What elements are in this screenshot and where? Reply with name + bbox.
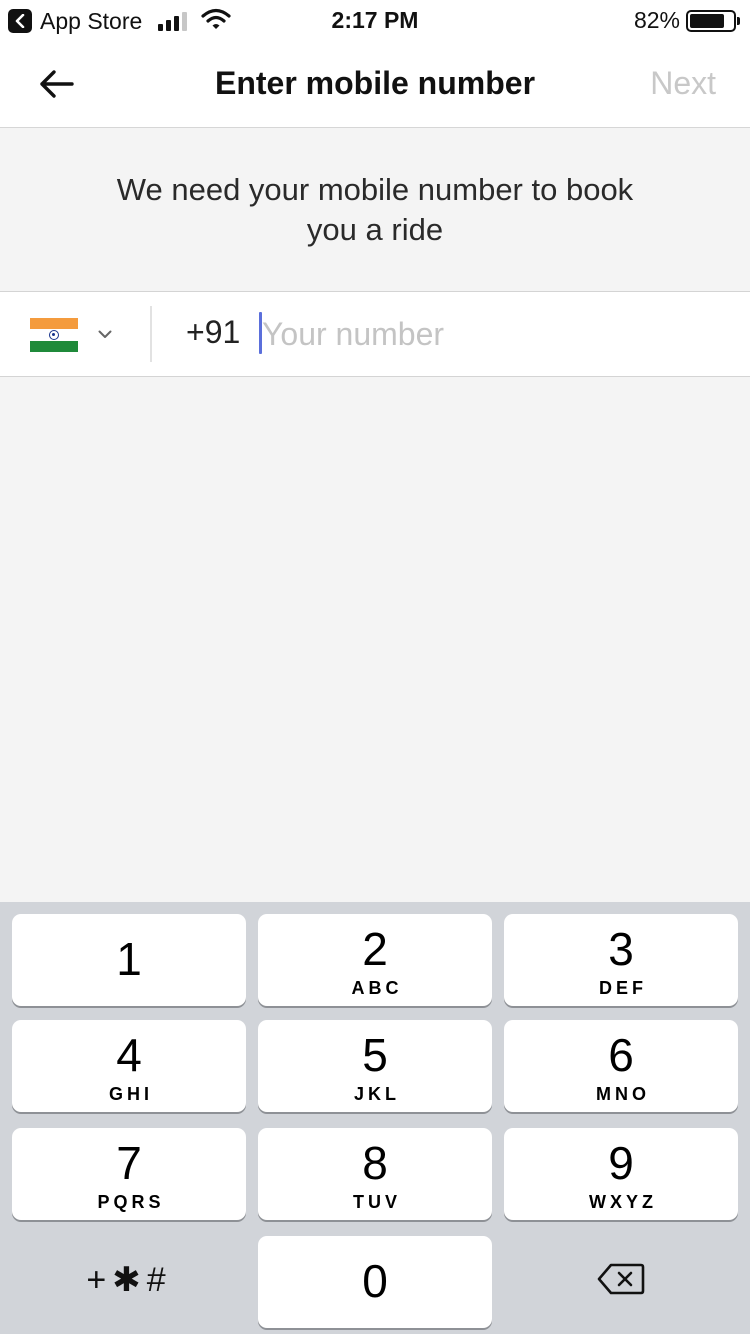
key-5[interactable]: 5 JKL: [258, 1020, 492, 1112]
key-2[interactable]: 2 ABC: [258, 914, 492, 1006]
key-letters: ABC: [351, 978, 403, 998]
key-7[interactable]: 7 PQRS: [12, 1128, 246, 1220]
symbols-label: +✱#: [86, 1261, 172, 1299]
battery-fill: [690, 13, 725, 28]
key-digit: 0: [362, 1255, 388, 1307]
page-title: Enter mobile number: [214, 65, 536, 101]
key-digit: 5: [362, 1029, 388, 1081]
key-digit: 2: [362, 923, 388, 975]
key-digit: 4: [116, 1029, 142, 1081]
next-button[interactable]: Next: [650, 65, 716, 102]
key-3[interactable]: 3 DEF: [504, 914, 738, 1006]
key-letters: TUV: [353, 1192, 401, 1212]
battery-percent: 82%: [633, 7, 680, 33]
numeric-keypad: 1 2 ABC 3 DEF 4 GHI 5 JKL 6 MNO 7 PQRS 8…: [0, 902, 750, 1334]
key-digit: 8: [362, 1137, 388, 1189]
key-letters: JKL: [353, 1084, 400, 1104]
key-letters: DEF: [599, 978, 647, 998]
backspace-icon: [597, 1263, 645, 1295]
delete-key[interactable]: [504, 1236, 738, 1328]
key-letters: MNO: [596, 1084, 650, 1104]
key-6[interactable]: 6 MNO: [504, 1020, 738, 1112]
india-flag-icon: [30, 318, 78, 352]
key-digit: 3: [608, 923, 634, 975]
key-digit: 6: [608, 1029, 634, 1081]
battery-status: 82%: [633, 7, 740, 34]
battery-icon: [686, 9, 740, 32]
symbols-key[interactable]: +✱#: [12, 1236, 246, 1328]
key-0[interactable]: 0: [258, 1236, 492, 1328]
key-1[interactable]: 1: [12, 914, 246, 1006]
key-9[interactable]: 9 WXYZ: [504, 1128, 738, 1220]
key-letters: GHI: [108, 1084, 153, 1104]
country-picker[interactable]: [30, 316, 112, 354]
key-4[interactable]: 4 GHI: [12, 1020, 246, 1112]
status-bar: App Store 2:17 PM 82%: [0, 0, 750, 40]
key-digit: 7: [116, 1137, 142, 1189]
key-8[interactable]: 8 TUV: [258, 1128, 492, 1220]
instructions-text: We need your mobile number to book you a…: [116, 171, 634, 247]
key-letters: WXYZ: [589, 1192, 657, 1212]
key-digit: 9: [608, 1137, 634, 1189]
text-caret: [259, 312, 262, 354]
dial-code: +91: [186, 314, 241, 350]
key-letters: PQRS: [97, 1192, 165, 1212]
chevron-down-icon: [98, 326, 112, 344]
instructions-section: We need your mobile number to book you a…: [0, 128, 750, 291]
nav-bar: Enter mobile number Next: [0, 40, 750, 128]
key-digit: 1: [116, 933, 142, 985]
divider: [150, 306, 152, 362]
phone-input-row: +91: [0, 291, 750, 377]
phone-number-input[interactable]: [262, 310, 722, 358]
